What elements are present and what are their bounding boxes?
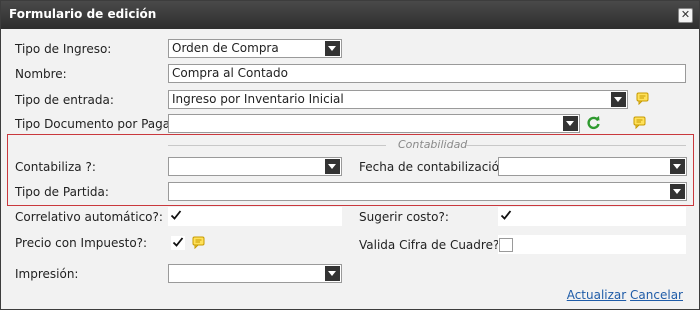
valida-cifra-label: Valida Cifra de Cuadre?: bbox=[359, 238, 504, 252]
impresion-label: Impresión: bbox=[15, 267, 79, 281]
correlativo-label: Correlativo automático?: bbox=[15, 210, 163, 224]
precio-impuesto-checkbox[interactable] bbox=[171, 236, 185, 250]
contabilidad-legend: Contabilidad bbox=[398, 138, 468, 151]
note-icon[interactable] bbox=[192, 236, 205, 249]
nombre-value: Compra al Contado bbox=[172, 66, 288, 80]
tipo-ingreso-select[interactable]: Orden de Compra bbox=[168, 39, 342, 58]
dropdown-arrow-icon[interactable] bbox=[670, 159, 685, 174]
tipo-documento-label: Tipo Documento por Pagar: bbox=[15, 117, 179, 131]
edit-form-dialog: Formulario de edición ✕ Tipo de Ingreso:… bbox=[0, 0, 700, 310]
correlativo-checkbox[interactable] bbox=[169, 209, 183, 223]
dropdown-arrow-icon[interactable] bbox=[670, 184, 685, 199]
dropdown-arrow-icon[interactable] bbox=[563, 116, 578, 131]
dropdown-arrow-icon[interactable] bbox=[325, 266, 340, 281]
nombre-label: Nombre: bbox=[15, 67, 67, 81]
refresh-icon[interactable] bbox=[586, 115, 601, 130]
checkmark-icon bbox=[500, 210, 512, 220]
checkmark-icon bbox=[172, 237, 184, 247]
tipo-entrada-value: Ingreso por Inventario Inicial bbox=[172, 92, 344, 106]
valida-cifra-checkbox[interactable] bbox=[499, 238, 513, 252]
note-icon[interactable] bbox=[636, 92, 649, 105]
note-icon[interactable] bbox=[633, 116, 646, 129]
sugerir-costo-field bbox=[498, 207, 686, 226]
tipo-ingreso-label: Tipo de Ingreso: bbox=[15, 42, 112, 56]
valida-cifra-field bbox=[498, 235, 686, 254]
cancel-link[interactable]: Cancelar bbox=[630, 288, 683, 302]
sugerir-costo-label: Sugerir costo?: bbox=[359, 210, 449, 224]
fecha-contabilizacion-select[interactable] bbox=[498, 157, 687, 176]
tipo-ingreso-value: Orden de Compra bbox=[172, 41, 279, 55]
nombre-input[interactable]: Compra al Contado bbox=[168, 64, 686, 83]
close-icon[interactable]: ✕ bbox=[678, 8, 693, 23]
dropdown-arrow-icon[interactable] bbox=[611, 92, 626, 107]
tipo-partida-select[interactable] bbox=[168, 182, 687, 201]
tipo-documento-select[interactable] bbox=[168, 114, 580, 133]
impresion-select[interactable] bbox=[168, 264, 342, 283]
fecha-contabilizacion-label: Fecha de contabilización: bbox=[359, 160, 511, 174]
tipo-entrada-select[interactable]: Ingreso por Inventario Inicial bbox=[168, 90, 628, 109]
correlativo-field bbox=[168, 207, 342, 226]
tipo-partida-label: Tipo de Partida: bbox=[15, 185, 109, 199]
contabiliza-label: Contabiliza ?: bbox=[15, 160, 96, 174]
dialog-actions: Actualizar Cancelar bbox=[567, 288, 683, 302]
sugerir-costo-checkbox[interactable] bbox=[499, 209, 513, 223]
legend-divider-left bbox=[168, 145, 386, 146]
dialog-title: Formulario de edición bbox=[9, 7, 157, 21]
checkmark-icon bbox=[170, 210, 182, 220]
dropdown-arrow-icon[interactable] bbox=[325, 159, 340, 174]
dropdown-arrow-icon[interactable] bbox=[325, 41, 340, 56]
tipo-entrada-label: Tipo de entrada: bbox=[15, 93, 114, 107]
legend-divider-right bbox=[466, 145, 686, 146]
contabiliza-select[interactable] bbox=[168, 157, 342, 176]
dialog-titlebar[interactable]: Formulario de edición ✕ bbox=[1, 1, 699, 29]
precio-impuesto-label: Precio con Impuesto?: bbox=[15, 236, 148, 250]
update-link[interactable]: Actualizar bbox=[567, 288, 627, 302]
